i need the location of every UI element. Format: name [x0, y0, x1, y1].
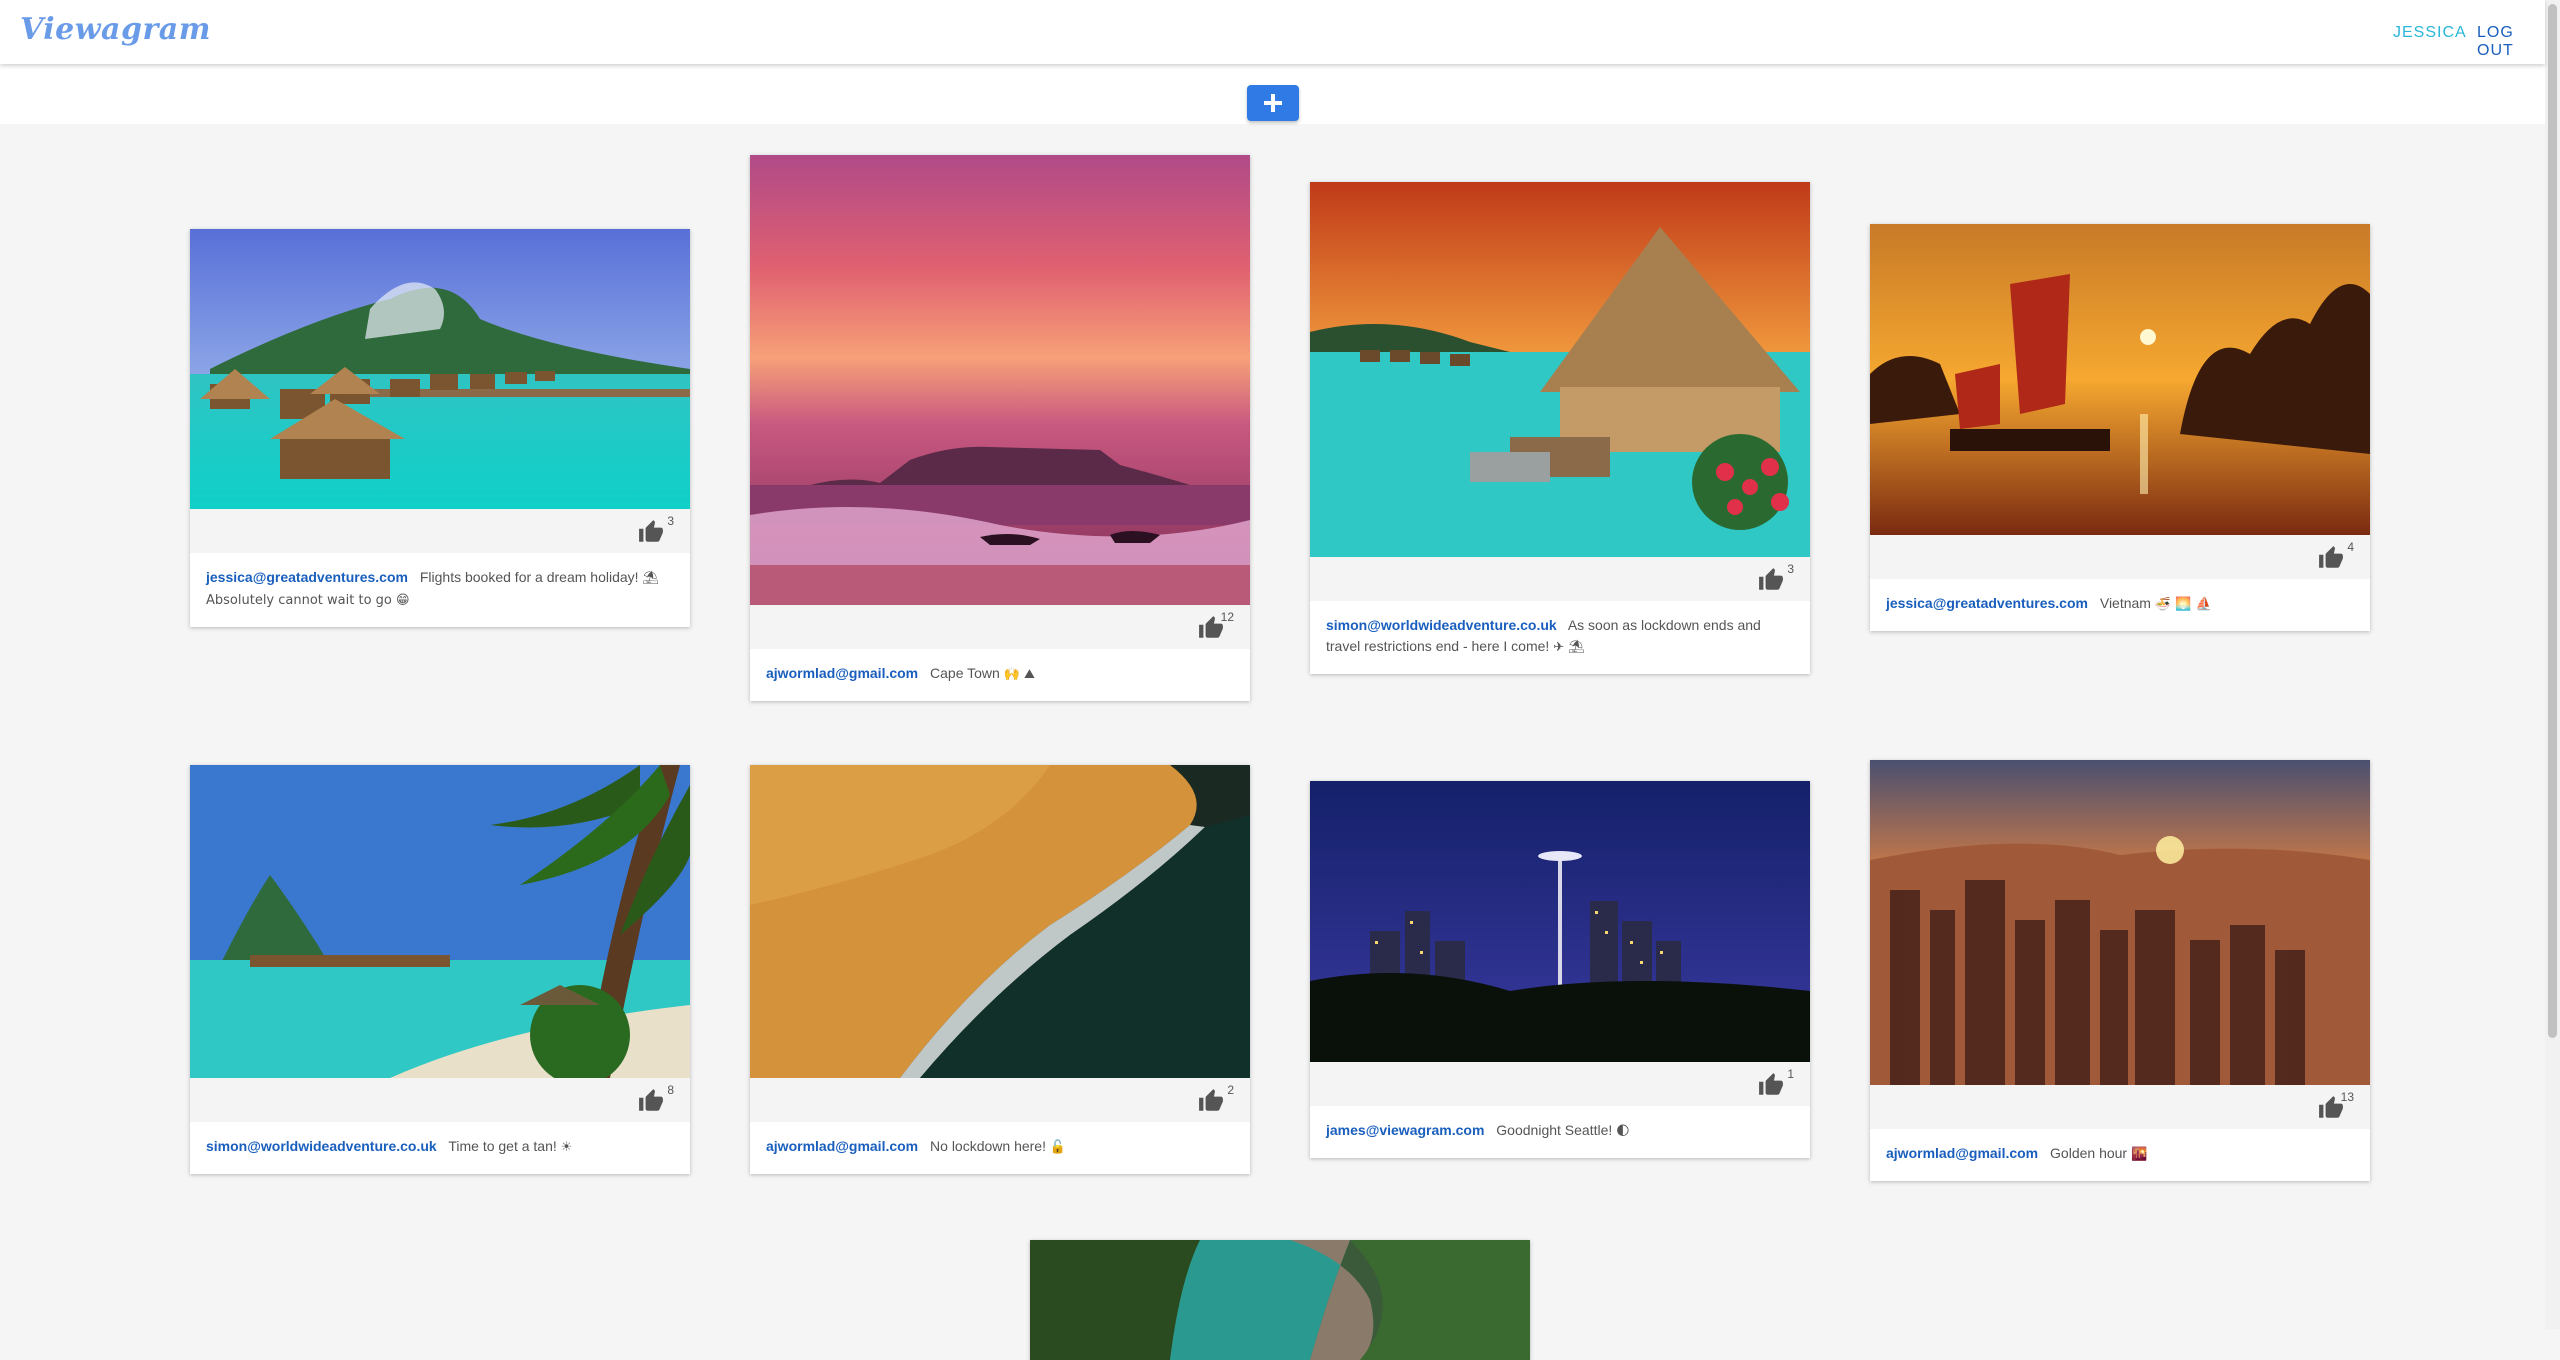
post-photo-palm-beach[interactable]: [190, 765, 690, 1078]
post-author[interactable]: james@viewagram.com: [1326, 1122, 1484, 1138]
post-photo-junk-boat-sunset[interactable]: [1870, 224, 2370, 535]
post-caption: jessica@greatadventures.com Vietnam 🍜 🌅 …: [1870, 579, 2370, 631]
post-text: Goodnight Seattle!: [1496, 1122, 1613, 1138]
post-text: Time to get a tan!: [448, 1138, 557, 1154]
post-card: 3 simon@worldwideadventure.co.uk As soon…: [1310, 182, 1810, 674]
post-text: No lockdown here!: [930, 1138, 1046, 1154]
post-emoji: ✈ ⛱: [1553, 640, 1585, 655]
post-emoji: ☀: [560, 1140, 573, 1155]
post-author[interactable]: simon@worldwideadventure.co.uk: [1326, 617, 1557, 633]
scrollbar-thumb[interactable]: [2548, 4, 2557, 1038]
add-post-button[interactable]: [1247, 85, 1299, 121]
post-emoji: 🌇: [2130, 1147, 2148, 1162]
like-bar: 12: [750, 605, 1250, 649]
post-card: [1030, 1240, 1530, 1360]
post-text: Flights booked for a dream holiday!: [419, 569, 639, 585]
logout-link[interactable]: LOG OUT: [2477, 24, 2545, 60]
post-card: 4 jessica@greatadventures.com Vietnam 🍜 …: [1870, 224, 2370, 631]
like-count: 13: [2340, 1090, 2354, 1104]
like-count: 3: [667, 514, 674, 528]
like-bar: 13: [1870, 1085, 2370, 1129]
post-emoji: 🍜 🌅 ⛵: [2154, 597, 2212, 612]
post-author[interactable]: ajwormlad@gmail.com: [766, 665, 918, 681]
post-author[interactable]: jessica@greatadventures.com: [206, 569, 408, 585]
post-photo-pink-sunset-beach[interactable]: [750, 155, 1250, 605]
post-caption: ajwormlad@gmail.com Golden hour 🌇: [1870, 1129, 2370, 1181]
post-card: 8 simon@worldwideadventure.co.uk Time to…: [190, 765, 690, 1174]
post-author[interactable]: ajwormlad@gmail.com: [766, 1138, 918, 1154]
post-caption: jessica@greatadventures.com Flights book…: [190, 553, 690, 627]
like-count: 2: [1227, 1083, 1234, 1097]
like-bar: 3: [190, 509, 690, 553]
like-count: 12: [1220, 610, 1234, 624]
post-card: 13 ajwormlad@gmail.com Golden hour 🌇: [1870, 760, 2370, 1181]
post-photo-thatched-hut-lagoon[interactable]: [1310, 182, 1810, 557]
post-text: Golden hour: [2050, 1145, 2128, 1161]
post-card: 3 jessica@greatadventures.com Flights bo…: [190, 229, 690, 627]
post-photo-night-skyline[interactable]: [1310, 781, 1810, 1062]
brand-logo[interactable]: Viewagram: [20, 12, 211, 47]
like-count: 1: [1787, 1067, 1794, 1081]
page-scrollbar[interactable]: [2545, 0, 2560, 1329]
thumbs-up-icon[interactable]: [2317, 545, 2345, 571]
post-photo-overwater-bungalows[interactable]: [190, 229, 690, 509]
like-bar: 1: [1310, 1062, 1810, 1106]
post-card: 2 ajwormlad@gmail.com No lockdown here! …: [750, 765, 1250, 1174]
post-photo-desert-coast[interactable]: [750, 765, 1250, 1078]
thumbs-up-icon[interactable]: [637, 1088, 665, 1114]
thumbs-up-icon[interactable]: [1757, 567, 1785, 593]
like-bar: 4: [1870, 535, 2370, 579]
post-text: Cape Town: [930, 665, 1000, 681]
post-caption: simon@worldwideadventure.co.uk As soon a…: [1310, 601, 1810, 674]
post-emoji: 🔓: [1049, 1140, 1067, 1155]
thumbs-up-icon[interactable]: [1757, 1072, 1785, 1098]
like-count: 4: [2347, 540, 2354, 554]
top-navbar: Viewagram JESSICA LOG OUT: [0, 0, 2545, 64]
like-bar: 8: [190, 1078, 690, 1122]
post-author[interactable]: simon@worldwideadventure.co.uk: [206, 1138, 437, 1154]
post-text: Vietnam: [2099, 595, 2151, 611]
post-photo-river-canyon[interactable]: [1030, 1240, 1530, 1360]
post-card: 12 ajwormlad@gmail.com Cape Town 🙌 ⛰: [750, 155, 1250, 701]
post-photo-city-sunset[interactable]: [1870, 760, 2370, 1085]
user-profile-link[interactable]: JESSICA: [2393, 24, 2467, 42]
thumbs-up-icon[interactable]: [637, 519, 665, 545]
like-count: 3: [1787, 562, 1794, 576]
post-caption: ajwormlad@gmail.com Cape Town 🙌 ⛰: [750, 649, 1250, 701]
post-caption: james@viewagram.com Goodnight Seattle! 🌓: [1310, 1106, 1810, 1158]
thumbs-up-icon[interactable]: [1197, 1088, 1225, 1114]
like-bar: 3: [1310, 557, 1810, 601]
post-caption: ajwormlad@gmail.com No lockdown here! 🔓: [750, 1122, 1250, 1174]
post-emoji: 🙌 ⛰: [1003, 667, 1035, 682]
post-author[interactable]: ajwormlad@gmail.com: [1886, 1145, 2038, 1161]
post-author[interactable]: jessica@greatadventures.com: [1886, 595, 2088, 611]
post-card: 1 james@viewagram.com Goodnight Seattle!…: [1310, 781, 1810, 1158]
like-bar: 2: [750, 1078, 1250, 1122]
post-emoji: 🌓: [1616, 1124, 1630, 1139]
post-caption: simon@worldwideadventure.co.uk Time to g…: [190, 1122, 690, 1174]
like-count: 8: [667, 1083, 674, 1097]
